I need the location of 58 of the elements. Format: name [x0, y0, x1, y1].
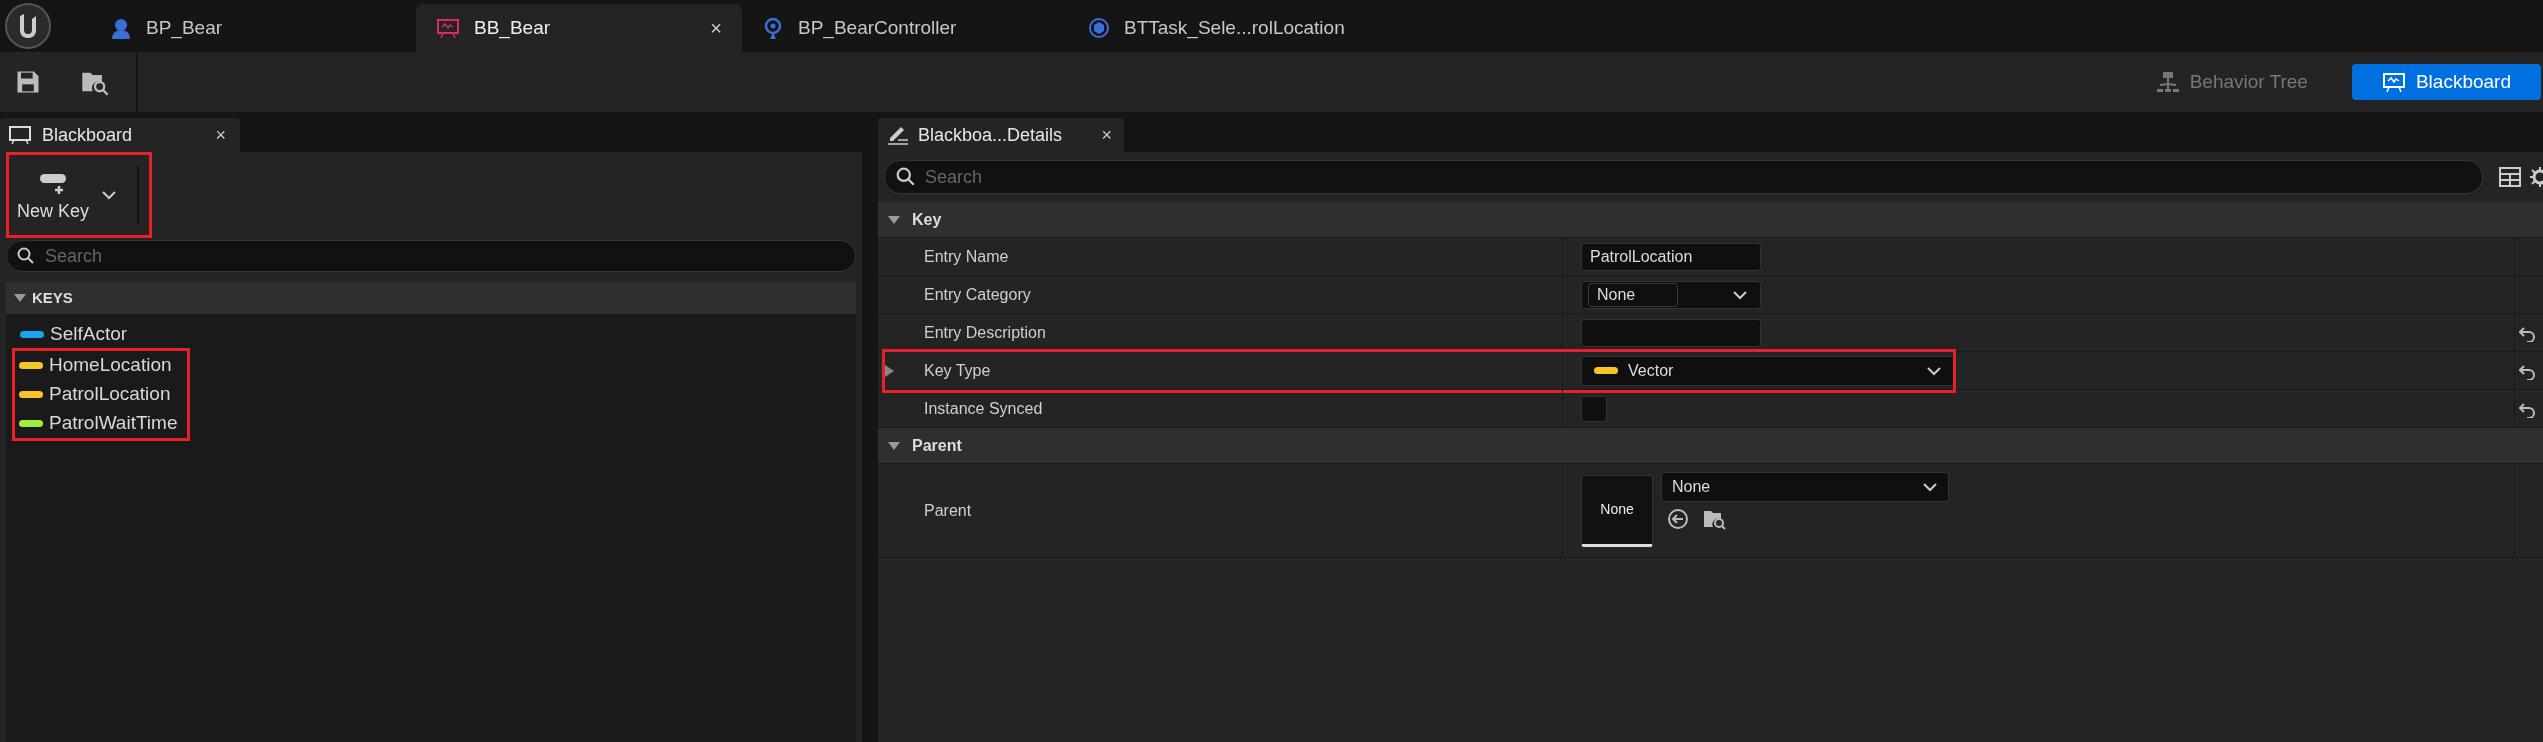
key-item[interactable]: PatrolWaitTime	[49, 409, 178, 438]
panel-tab[interactable]: Blackboard ×	[0, 118, 240, 152]
key-item[interactable]: HomeLocation	[49, 351, 172, 380]
close-icon[interactable]: ×	[215, 121, 226, 149]
document-tab[interactable]: BP_BearController	[742, 4, 1068, 52]
settings-icon[interactable]	[2529, 166, 2543, 188]
property-label: Entry Description	[924, 322, 1046, 343]
key-type-dropdown[interactable]: Vector	[1581, 355, 1955, 386]
blackboard-icon	[2381, 71, 2406, 93]
document-tab[interactable]: BP_Bear	[90, 4, 416, 52]
asset-thumbnail[interactable]: None	[1581, 474, 1653, 547]
expand-arrow-icon[interactable]	[14, 293, 26, 303]
expand-arrow-icon[interactable]	[888, 214, 900, 225]
section-title: Key	[912, 209, 942, 230]
key-item[interactable]: SelfActor	[50, 320, 128, 349]
logo-icon[interactable]	[4, 2, 52, 50]
property-label: Parent	[924, 500, 972, 521]
asset-dropdown[interactable]: None	[1661, 472, 1949, 502]
property-label: Entry Name	[924, 246, 1009, 267]
section-title: Parent	[912, 435, 962, 456]
search-icon	[896, 167, 916, 187]
checkbox[interactable]	[1581, 395, 1607, 422]
search-field[interactable]: Search	[6, 240, 856, 272]
mode-button[interactable]: Blackboard	[2351, 64, 2541, 100]
new-key-button[interactable]: New Key	[9, 165, 98, 225]
document-tab[interactable]: BB_Bear ×	[416, 4, 742, 52]
section-title: KEYS	[32, 287, 73, 308]
text-field[interactable]	[1581, 318, 1761, 347]
hierarchy-icon	[2155, 71, 2180, 93]
expand-arrow-icon[interactable]	[884, 364, 894, 377]
tab-label: Blackboa...Details	[918, 123, 1064, 147]
person-icon	[110, 17, 132, 39]
pencil-list-icon	[886, 124, 910, 146]
document-tab[interactable]: BTTask_Sele...rolLocation	[1068, 4, 1394, 52]
key-item[interactable]: PatrolLocation	[49, 380, 171, 409]
caret-icon[interactable]	[1732, 289, 1748, 300]
property-label: Key Type	[924, 360, 991, 381]
use-selected-icon[interactable]	[1667, 508, 1689, 530]
text-field[interactable]: PatrolLocation	[1581, 242, 1761, 271]
cube-icon	[1088, 17, 1110, 39]
expand-arrow-icon[interactable]	[888, 440, 900, 451]
folder-search-icon[interactable]	[1703, 508, 1727, 530]
caret-icon[interactable]	[1922, 482, 1938, 492]
search-icon	[17, 247, 35, 265]
pin-icon	[762, 17, 784, 39]
category-dropdown[interactable]: None	[1581, 280, 1761, 309]
blackboard-icon	[436, 17, 460, 39]
tab-label: Blackboard	[42, 123, 134, 147]
property-label: Entry Category	[924, 284, 1031, 305]
caret-icon[interactable]	[101, 190, 118, 200]
property-label: Instance Synced	[924, 398, 1043, 419]
search-field[interactable]: Search	[884, 160, 2483, 194]
blackboard-icon	[8, 125, 32, 145]
close-icon[interactable]: ×	[1101, 121, 1112, 149]
table-icon[interactable]	[2499, 167, 2521, 187]
caret-icon[interactable]	[1926, 365, 1942, 376]
panel-tab[interactable]: Blackboa...Details ×	[878, 118, 1124, 152]
close-icon[interactable]: ×	[710, 13, 722, 43]
